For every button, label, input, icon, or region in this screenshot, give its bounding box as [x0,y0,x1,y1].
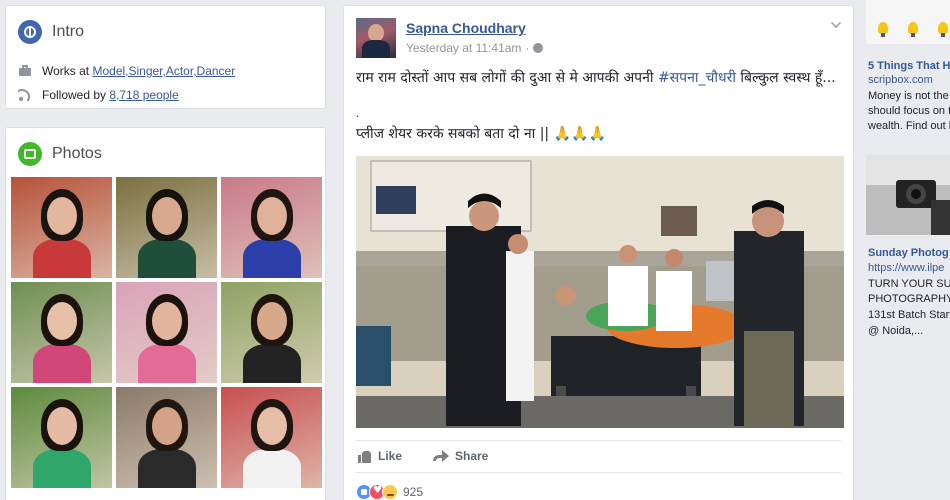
thumbnail-figure-face [152,197,182,235]
photo-thumbnail[interactable] [116,387,217,488]
thumbnail-figure-face [152,302,182,340]
thumbnail-figure-body [33,239,91,278]
bulb-icon [938,22,948,37]
thumbs-up-icon [358,450,372,463]
ad2-text-line: TURN YOUR SUN [868,278,950,290]
like-label: Like [378,449,403,463]
share-button[interactable]: Share [433,449,488,463]
sponsored-column: 5 Things That H scripbox.com Money is no… [866,0,950,500]
ad1-url[interactable]: scripbox.com [868,73,933,88]
photo-thumbnail[interactable] [221,177,322,278]
works-at-link[interactable]: Model,Singer,Actor,Dancer [92,64,235,78]
bulb-icon [878,22,888,37]
photo-thumbnail[interactable] [221,387,322,488]
post-meta: Yesterday at 11:41am · [406,41,544,55]
post-photo-illustration [356,156,844,428]
thumbnail-figure-body [138,239,196,278]
ad1-text-line: should focus on t [868,105,950,117]
thumbnail-figure-body [33,344,91,383]
works-at-label: Works at [42,64,90,78]
meta-separator: · [525,41,530,55]
photos-card: Photos [5,127,326,500]
post-photo[interactable] [356,156,844,428]
post-text-part: बिल्कुल स्वस्थ हूँ... [735,70,836,86]
chevron-down-icon[interactable] [831,18,841,28]
thumbnail-figure-face [47,197,77,235]
thumbnail-figure-body [243,344,301,383]
post-text-paragraph: राम राम दोस्तों आप सब लोगों की दुआ से मे… [356,69,841,87]
ad-image-bulbs[interactable] [866,0,950,44]
photo-thumbnail[interactable] [11,282,112,383]
post-text-dot: . [356,109,360,120]
photo-thumbnail[interactable] [116,282,217,383]
photo-icon [18,142,42,166]
thumbnail-figure-face [257,302,287,340]
photo-thumbnail[interactable] [116,177,217,278]
reaction-count: 925 [403,485,424,499]
intro-title: Intro [52,23,85,40]
photo-thumbnail[interactable] [11,177,112,278]
thumbnail-figure-face [47,407,77,445]
photos-title[interactable]: Photos [52,145,102,163]
thumbnail-figure-face [152,407,182,445]
followed-by-row: Followed by 8,718 people [18,88,179,102]
photo-grid [11,177,322,488]
works-at-row: Works at Model,Singer,Actor,Dancer [18,64,235,78]
post-text-part: राम राम दोस्तों आप सब लोगों की दुआ से मे… [356,70,658,86]
intro-card: Intro Works at Model,Singer,Actor,Dancer… [5,5,326,109]
rss-icon [18,89,32,101]
photo-thumbnail[interactable] [11,387,112,488]
ad1-title[interactable]: 5 Things That H [868,60,950,72]
ad2-url[interactable]: https://www.ilpe [868,261,944,276]
post-card: Sapna Choudhary Yesterday at 11:41am · र… [343,5,854,500]
ad2-text-line: @ Noida,... [868,325,924,337]
thumbnail-figure-face [257,197,287,235]
followed-by-label: Followed by [42,88,107,102]
post-timestamp[interactable]: Yesterday at 11:41am [406,41,521,55]
post-divider [356,472,841,473]
camera-photo-illustration [866,155,950,235]
thumbnail-figure-face [47,302,77,340]
ad-image-camera[interactable] [866,155,950,235]
intro-header: Intro [18,19,84,45]
share-arrow-icon [433,450,449,462]
thumbnail-figure-body [243,239,301,278]
followers-link[interactable]: 8,718 people [109,88,178,102]
ad2-text-line: PHOTOGRAPHY I [868,293,950,305]
thumbnail-figure-face [257,407,287,445]
post-divider [356,440,841,441]
post-text-line2: प्लीज शेयर करके सबको बता दो ना || 🙏🙏🙏 [356,126,606,142]
bulb-icon [908,22,918,37]
thumbnail-figure-body [138,344,196,383]
thumbnail-figure-body [243,449,301,488]
thumbnail-figure-body [138,449,196,488]
photos-header: Photos [18,141,102,167]
ad1-text-line: Money is not the [868,90,949,102]
thumbnail-figure-body [33,449,91,488]
sad-reaction-icon [382,484,398,500]
ad2-title[interactable]: Sunday Photog [868,247,949,259]
share-label: Share [455,449,489,463]
ad1-text-line: wealth. Find out h [868,120,950,132]
globe-icon [18,20,42,44]
hashtag-link[interactable]: #सपना_चौधरी [658,70,736,86]
audience-globe-icon[interactable] [533,43,544,53]
post-author-name[interactable]: Sapna Choudhary [406,20,526,36]
author-avatar[interactable] [356,18,396,58]
briefcase-icon [18,65,32,77]
reactions-summary[interactable]: 925 [356,484,423,500]
like-button[interactable]: Like [358,449,402,463]
ad2-text-line: 131st Batch Start [868,309,950,321]
photo-thumbnail[interactable] [221,282,322,383]
